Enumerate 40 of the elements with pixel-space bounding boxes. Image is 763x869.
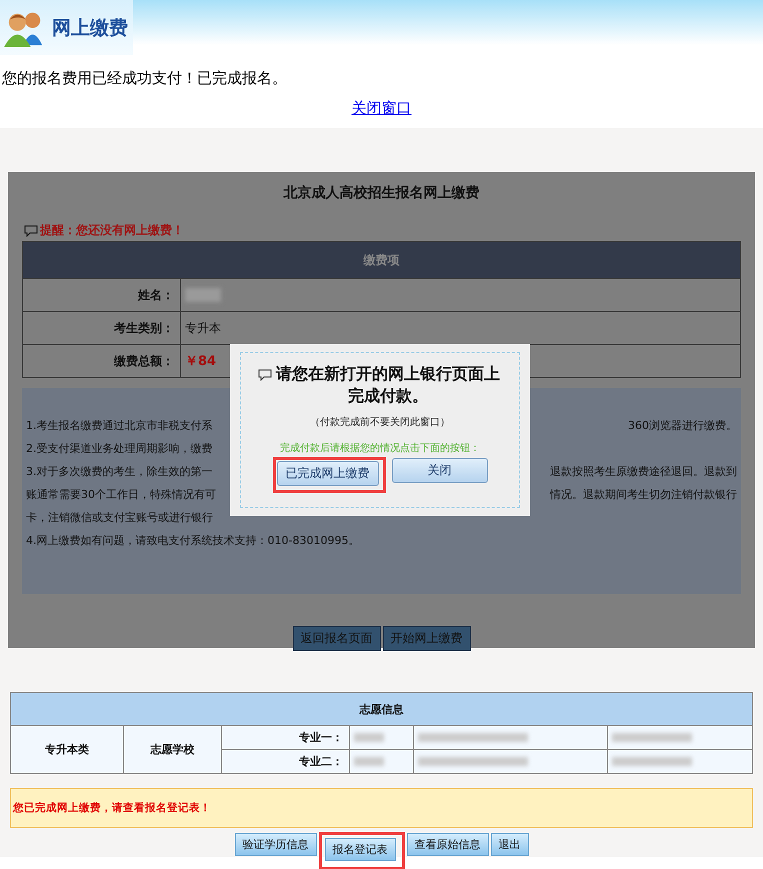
table-cell: 志愿学校 bbox=[124, 726, 222, 774]
action-button[interactable]: 查看原始信息 bbox=[406, 833, 488, 856]
table-heading: 志愿信息 bbox=[10, 692, 752, 726]
amount-value: ￥84 bbox=[185, 354, 216, 369]
action-button[interactable]: 验证学历信息 bbox=[234, 833, 316, 856]
note-text: 1.考生报名缴费通过北京市非税支付系 bbox=[26, 418, 212, 433]
action-button[interactable]: 报名登记表 bbox=[324, 838, 396, 861]
blurred-value bbox=[185, 288, 221, 302]
dialog-button[interactable]: 已完成网上缴费 bbox=[276, 461, 378, 486]
close-window-link[interactable]: 关闭窗口 bbox=[352, 99, 412, 117]
blurred-value bbox=[354, 757, 384, 766]
note-text: 退款按照考生原缴费途径退回。退款到 bbox=[550, 464, 737, 479]
action-button[interactable]: 退出 bbox=[490, 833, 528, 856]
logo-title: 网上缴费 bbox=[52, 16, 128, 40]
notice-text: 您已完成网上缴费，请查看报名登记表！ bbox=[13, 801, 211, 815]
note-text: 卡，注销微信或支付宝账号或进行银行 bbox=[26, 510, 213, 525]
speech-bubble-icon bbox=[24, 224, 38, 236]
note-text: 360浏览器进行缴费。 bbox=[628, 418, 737, 433]
table-cell: 专升本类 bbox=[10, 726, 124, 774]
note-text: 情况。退款期间考生切勿注销付款银行 bbox=[550, 487, 737, 502]
success-message: 您的报名费用已经成功支付！已完成报名。 bbox=[2, 69, 288, 88]
dialog-title: 请您在新打开的网上银行页面上完成付款。 bbox=[274, 363, 501, 407]
note-text: 2.受支付渠道业务处理周期影响，缴费 bbox=[26, 441, 212, 456]
reminder-text: 提醒：您还没有网上缴费！ bbox=[40, 222, 184, 239]
table-cell: 专业二： bbox=[222, 750, 350, 774]
field-label: 缴费总额： bbox=[22, 344, 180, 378]
dialog-instruction: 完成付款后请根据您的情况点击下面的按钮： bbox=[279, 442, 481, 455]
payment-page-title: 北京成人高校招生报名网上缴费 bbox=[282, 184, 480, 202]
table-heading: 缴费项 bbox=[22, 242, 740, 278]
note-text: 账通常需要30个工作日，特殊情况有可 bbox=[26, 487, 216, 502]
blurred-value bbox=[354, 733, 384, 742]
note-text: 3.对于多次缴费的考生，除生效的第一 bbox=[26, 464, 212, 479]
dialog-button[interactable]: 关闭 bbox=[392, 458, 488, 483]
field-value: 专升本 bbox=[185, 320, 221, 334]
note-text: 4.网上缴费如有问题，请致电支付系统技术支持：010-83010995。 bbox=[26, 533, 360, 548]
field-label: 考生类别： bbox=[22, 312, 180, 344]
speech-bubble-icon bbox=[258, 369, 272, 381]
table-cell: 专业一： bbox=[222, 726, 350, 750]
field-label: 姓名： bbox=[22, 278, 180, 312]
dialog-hint: （付款完成前不要关闭此窗口） bbox=[309, 416, 451, 429]
